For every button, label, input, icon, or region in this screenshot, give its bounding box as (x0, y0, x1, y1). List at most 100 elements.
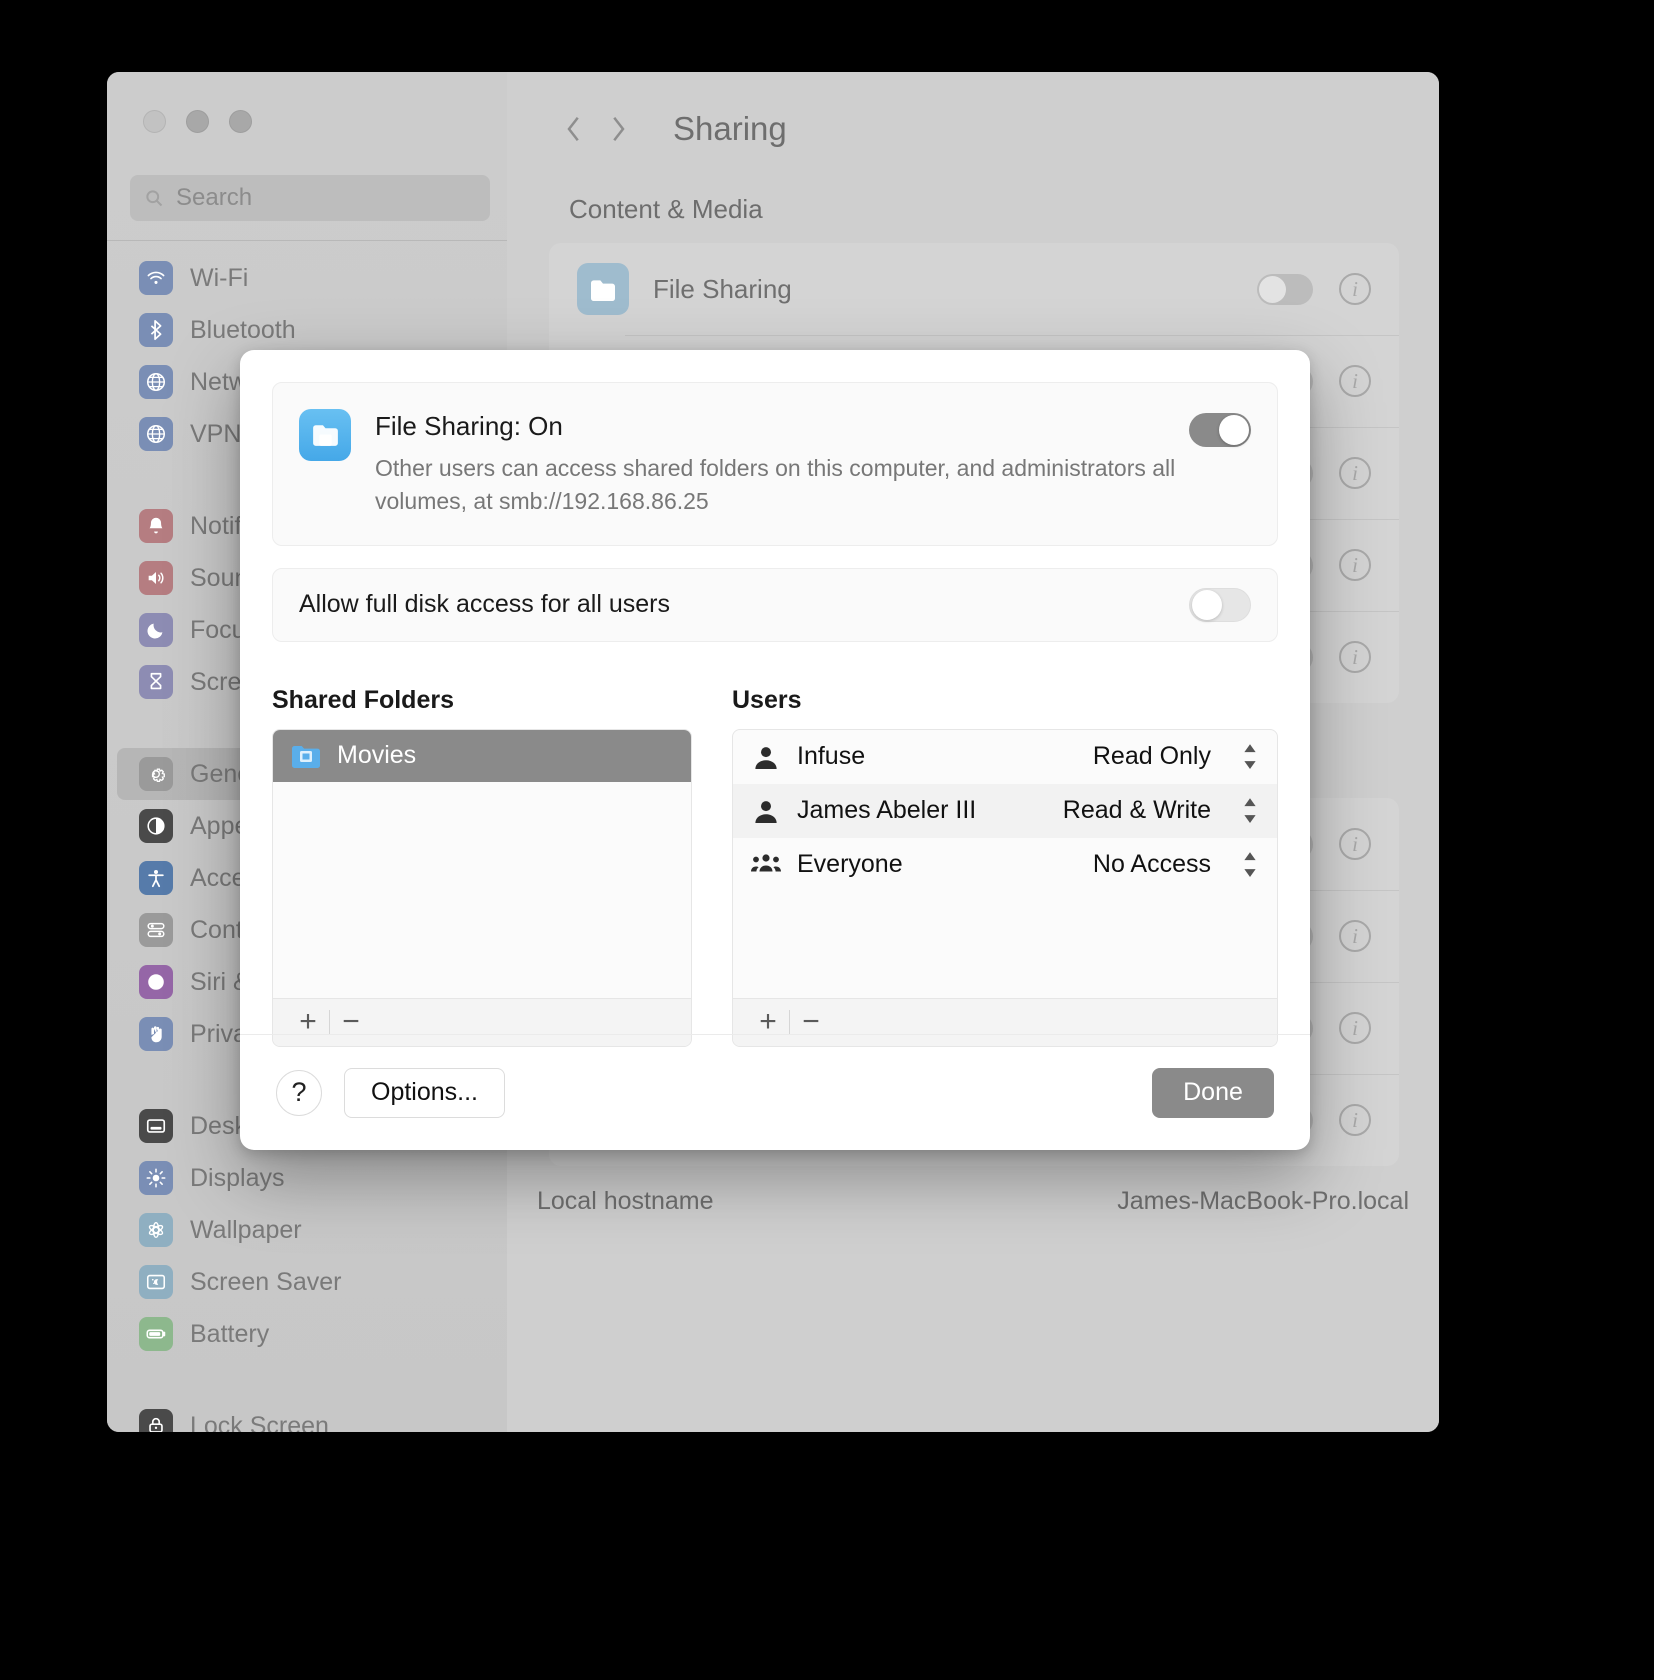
local-hostname-value: James-MacBook-Pro.local (1117, 1187, 1409, 1216)
info-icon[interactable]: i (1339, 641, 1371, 673)
page-title: Sharing (673, 110, 787, 148)
hourglass-icon (139, 665, 173, 699)
shared-folder-name: Movies (337, 741, 416, 770)
info-icon[interactable]: i (1339, 920, 1371, 952)
gear-icon (139, 757, 173, 791)
full-disk-access-label: Allow full disk access for all users (299, 590, 1189, 619)
sidebar-item-bluetooth[interactable]: Bluetooth (117, 304, 497, 356)
section-heading: Content & Media (569, 194, 1439, 225)
banner-text: File Sharing: On Other users can access … (375, 409, 1189, 519)
info-icon[interactable]: i (1339, 549, 1371, 581)
full-disk-access-toggle[interactable] (1189, 588, 1251, 622)
bluetooth-icon (139, 313, 173, 347)
zoom-button[interactable] (229, 110, 252, 133)
sidebar-item-lock-screen[interactable]: Lock Screen (117, 1400, 497, 1432)
user-row[interactable]: James Abeler IIIRead & Write (733, 784, 1277, 838)
info-icon[interactable]: i (1339, 273, 1371, 305)
speaker-icon (139, 561, 173, 595)
options-button[interactable]: Options... (344, 1068, 505, 1118)
help-button[interactable]: ? (276, 1070, 322, 1116)
group-icon (751, 852, 781, 878)
appearance-icon (139, 809, 173, 843)
wallpaper-icon (139, 1213, 173, 1247)
hand-icon (139, 1017, 173, 1051)
user-permission-value: Read Only (1093, 742, 1211, 771)
shared-folders-listbox[interactable]: Movies + − (272, 729, 692, 1047)
sidebar-group-gap (107, 1368, 507, 1392)
sidebar-item-wallpaper[interactable]: Wallpaper (117, 1204, 497, 1256)
dialog-body: File Sharing: On Other users can access … (240, 350, 1310, 1047)
screen: Search Wi-FiBluetoothNetworkVPNNotificat… (0, 0, 1654, 1680)
sidebar-item-displays[interactable]: Displays (117, 1152, 497, 1204)
local-hostname-row: Local hostname James-MacBook-Pro.local (507, 1166, 1439, 1236)
info-icon[interactable]: i (1339, 365, 1371, 397)
file-sharing-icon (577, 263, 629, 315)
accessibility-icon (139, 861, 173, 895)
lock-icon (139, 1409, 173, 1432)
detail-nav: Sharing (507, 72, 1439, 148)
banner-description: Other users can access shared folders on… (375, 452, 1185, 519)
info-icon[interactable]: i (1339, 828, 1371, 860)
sidebar-group: Lock ScreenTouch ID & Password (107, 1392, 507, 1432)
user-permission-value: No Access (1093, 850, 1211, 879)
minimize-button[interactable] (186, 110, 209, 133)
bell-icon (139, 509, 173, 543)
info-icon[interactable]: i (1339, 457, 1371, 489)
settings-row[interactable]: File Sharing i (549, 243, 1399, 335)
local-hostname-label: Local hostname (537, 1187, 714, 1216)
sidebar-item-label: Bluetooth (190, 316, 296, 345)
search-icon (144, 188, 164, 208)
close-button[interactable] (143, 110, 166, 133)
sidebar-item-label: Displays (190, 1164, 284, 1193)
search-placeholder: Search (176, 184, 252, 212)
sidebar-item-label: Lock Screen (190, 1412, 329, 1433)
wifi-icon (139, 261, 173, 295)
shared-folders-list[interactable]: Movies (273, 730, 691, 998)
info-icon[interactable]: i (1339, 1104, 1371, 1136)
settings-row-toggle[interactable] (1257, 274, 1313, 305)
full-disk-access-row: Allow full disk access for all users (272, 568, 1278, 642)
file-sharing-toggle[interactable] (1189, 413, 1251, 447)
sidebar-item-label: Screen Saver (190, 1268, 341, 1297)
users-listbox[interactable]: Infuse Read Only James Abeler IIIRead & Wr… (732, 729, 1278, 1047)
person-icon (751, 798, 781, 824)
screen-saver-icon (139, 1265, 173, 1299)
sidebar-item-screen-saver[interactable]: Screen Saver (117, 1256, 497, 1308)
user-row[interactable]: Infuse Read Only (733, 730, 1277, 784)
chevron-right-icon[interactable] (607, 114, 629, 144)
window-controls[interactable] (143, 110, 252, 133)
users-heading: Users (732, 686, 1278, 715)
file-sharing-banner: File Sharing: On Other users can access … (272, 382, 1278, 546)
user-name: Infuse (797, 742, 1077, 771)
brightness-icon (139, 1161, 173, 1195)
search-field[interactable]: Search (130, 175, 490, 221)
control-center-icon (139, 913, 173, 947)
moon-icon (139, 613, 173, 647)
siri-icon (139, 965, 173, 999)
permission-stepper-icon[interactable] (1241, 742, 1259, 772)
desktop-dock-icon (139, 1109, 173, 1143)
sidebar-item-wi-fi[interactable]: Wi-Fi (117, 252, 497, 304)
sidebar-item-label: Battery (190, 1320, 269, 1349)
dialog-footer: ? Options... Done (240, 1034, 1310, 1150)
lists-area: Shared Folders Movies + − Users Infuse Re… (272, 686, 1278, 1047)
movies-folder-icon (291, 743, 321, 769)
settings-row-label: File Sharing (653, 274, 1257, 305)
permission-stepper-icon[interactable] (1241, 850, 1259, 880)
users-column: Users Infuse Read Only James Abeler IIIRea… (732, 686, 1278, 1047)
battery-icon (139, 1317, 173, 1351)
shared-folder-row[interactable]: Movies (273, 730, 691, 782)
user-permission-value: Read & Write (1063, 796, 1211, 825)
user-name: Everyone (797, 850, 1077, 879)
sidebar-item-label: Wallpaper (190, 1216, 302, 1245)
chevron-left-icon[interactable] (563, 114, 585, 144)
info-icon[interactable]: i (1339, 1012, 1371, 1044)
sidebar-item-battery[interactable]: Battery (117, 1308, 497, 1360)
done-button[interactable]: Done (1152, 1068, 1274, 1118)
users-list[interactable]: Infuse Read Only James Abeler IIIRead & Wr… (733, 730, 1277, 998)
file-sharing-icon (299, 409, 351, 461)
user-row[interactable]: Everyone No Access (733, 838, 1277, 892)
sidebar-divider (107, 240, 507, 241)
permission-stepper-icon[interactable] (1241, 796, 1259, 826)
shared-folders-heading: Shared Folders (272, 686, 692, 715)
